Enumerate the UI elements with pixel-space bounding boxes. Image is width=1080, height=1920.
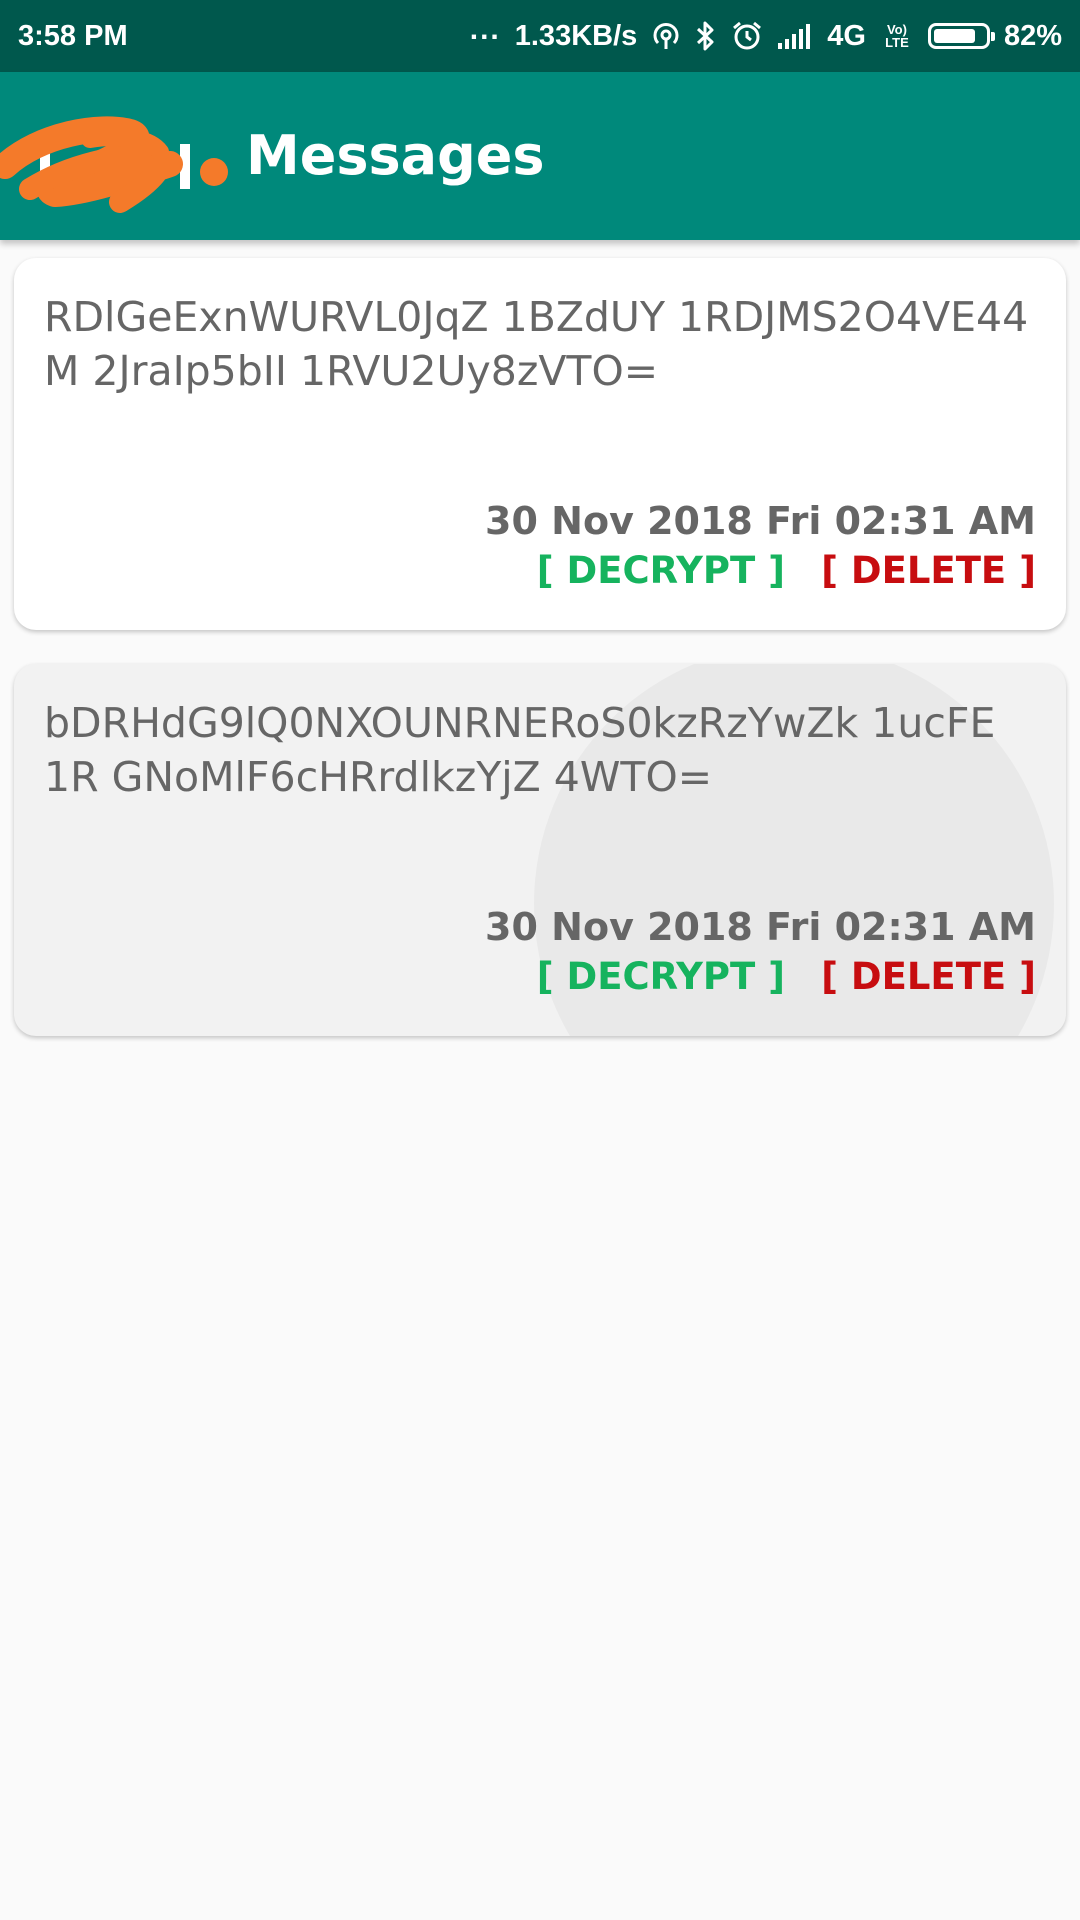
message-actions: [ DECRYPT ] [ DELETE ] xyxy=(537,548,1036,594)
bluetooth-icon xyxy=(695,20,717,52)
app-bar: Messages xyxy=(0,72,1080,240)
message-card[interactable]: RDlGeExnWURVL0JqZ 1BZdUY 1RDJMS2O4VE44M … xyxy=(14,258,1066,630)
message-card[interactable]: bDRHdG9lQ0NXOUNRNERoS0kzRzYwZk 1ucFE 1R … xyxy=(14,664,1066,1036)
alarm-icon xyxy=(731,20,763,52)
hotspot-icon xyxy=(651,21,681,51)
status-icons: ... 1.33KB/s 4G Vo) LTE 82% xyxy=(470,13,1062,53)
signal-icon xyxy=(777,23,813,49)
battery-percent: 82% xyxy=(1003,19,1062,52)
message-date: 30 Nov 2018 Fri 02:31 AM xyxy=(485,499,1036,543)
message-actions: [ DECRYPT ] [ DELETE ] xyxy=(537,954,1036,1000)
page-title: Messages xyxy=(246,124,545,187)
volte-label: Vo) LTE xyxy=(885,22,909,50)
status-time: 3:58 PM xyxy=(18,19,128,52)
status-bar: 3:58 PM ... 1.33KB/s 4G Vo) LTE 82% xyxy=(0,0,1080,72)
network-speed: 1.33KB/s xyxy=(514,19,638,52)
delete-button[interactable]: [ DELETE ] xyxy=(821,954,1036,1000)
volte-icon: Vo) LTE xyxy=(880,23,914,49)
message-date: 30 Nov 2018 Fri 02:31 AM xyxy=(485,905,1036,949)
message-ciphertext: bDRHdG9lQ0NXOUNRNERoS0kzRzYwZk 1ucFE 1R … xyxy=(44,699,996,801)
delete-button[interactable]: [ DELETE ] xyxy=(821,548,1036,594)
more-notifications-icon: ... xyxy=(469,13,501,46)
app-logo-scribble xyxy=(0,116,228,213)
decrypt-button[interactable]: [ DECRYPT ] xyxy=(537,954,785,1000)
message-ciphertext: RDlGeExnWURVL0JqZ 1BZdUY 1RDJMS2O4VE44M … xyxy=(44,293,1029,395)
battery-icon xyxy=(927,23,995,49)
decrypt-button[interactable]: [ DECRYPT ] xyxy=(537,548,785,594)
network-type: 4G xyxy=(827,19,866,52)
